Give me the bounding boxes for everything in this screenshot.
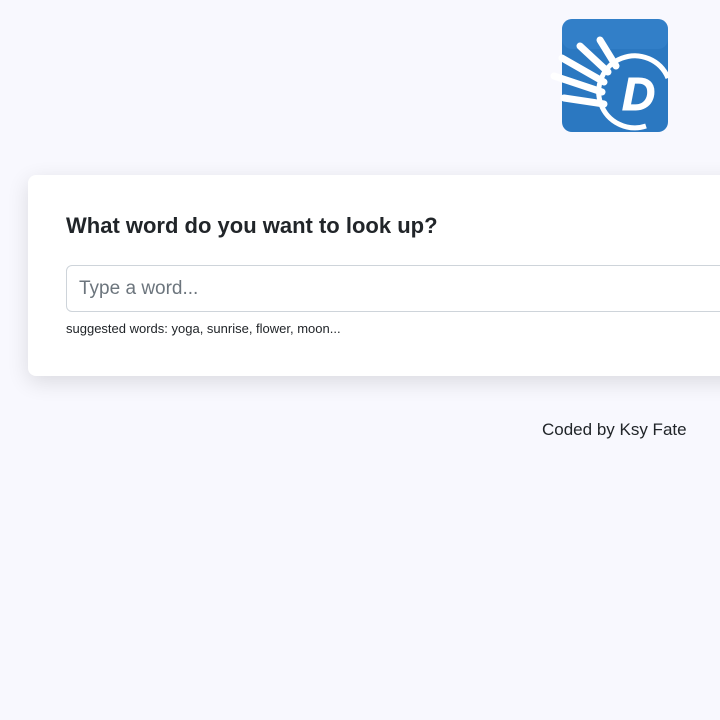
search-card: What word do you want to look up? sugges…: [28, 175, 720, 376]
page: D What word do you want to look up? sugg…: [0, 0, 720, 720]
search-title: What word do you want to look up?: [66, 213, 438, 238]
logo-letter: D: [622, 68, 655, 120]
search-input[interactable]: [66, 265, 720, 312]
suggested-words-hint: suggested words: yoga, sunrise, flower, …: [66, 321, 341, 336]
logo: D: [550, 18, 671, 136]
dictionary-logo-icon: D: [550, 19, 671, 132]
footer-credit: Coded by Ksy Fate: [542, 420, 687, 439]
